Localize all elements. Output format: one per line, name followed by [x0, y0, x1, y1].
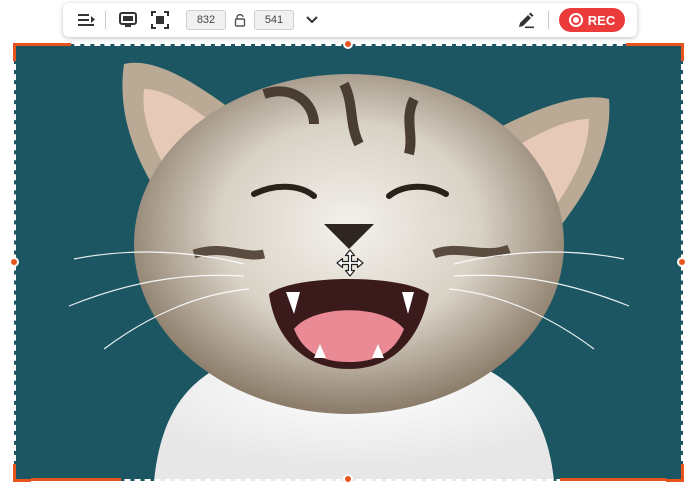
fullscreen-region-icon[interactable] — [148, 8, 172, 32]
aspect-lock-icon[interactable] — [230, 8, 250, 32]
resize-handle-bottom[interactable] — [343, 474, 353, 484]
toolbar-divider — [548, 11, 549, 29]
toolbar-divider — [105, 11, 106, 29]
move-cursor-icon[interactable] — [336, 249, 364, 277]
record-button[interactable]: REC — [559, 8, 625, 32]
chevron-down-icon[interactable] — [300, 8, 324, 32]
resize-handle-left[interactable] — [9, 257, 19, 267]
corner-handle-bottom-right[interactable] — [666, 464, 684, 482]
corner-handle-top-right[interactable] — [666, 43, 684, 61]
record-icon — [568, 13, 583, 27]
recorder-toolbar: 832 541 REC — [63, 3, 637, 37]
resize-handle-right[interactable] — [677, 257, 687, 267]
frame-edge-accent — [626, 43, 666, 46]
width-input[interactable]: 832 — [186, 10, 226, 30]
frame-edge-accent — [31, 478, 121, 481]
resize-handle-top[interactable] — [343, 39, 353, 49]
toggle-panel-icon[interactable] — [75, 8, 99, 32]
corner-handle-bottom-left[interactable] — [13, 464, 31, 482]
frame-edge-accent — [560, 478, 666, 481]
pen-edit-icon[interactable] — [514, 8, 538, 32]
corner-handle-top-left[interactable] — [13, 43, 31, 61]
record-button-label: REC — [587, 12, 616, 28]
screen-recorder-stage: 832 541 REC — [0, 0, 700, 489]
height-input[interactable]: 541 — [254, 10, 294, 30]
frame-edge-accent — [31, 43, 71, 46]
monitor-icon[interactable] — [116, 8, 140, 32]
